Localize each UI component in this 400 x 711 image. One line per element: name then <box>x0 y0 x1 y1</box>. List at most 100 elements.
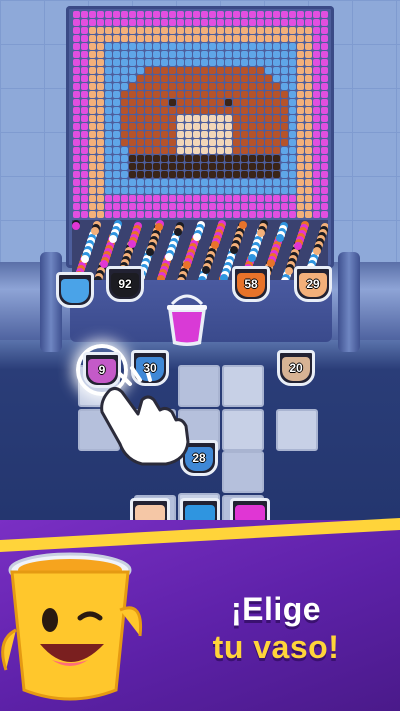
pixel <box>160 186 168 194</box>
bead <box>239 221 247 229</box>
board-tile[interactable] <box>222 409 264 451</box>
pixel <box>192 138 200 146</box>
pixel <box>304 74 312 82</box>
pixel <box>72 42 80 50</box>
cup-orange[interactable]: 58 <box>232 266 270 302</box>
pixel <box>264 122 272 130</box>
pixel <box>240 98 248 106</box>
bead <box>72 222 80 230</box>
pixel <box>80 146 88 154</box>
board-tile[interactable] <box>222 365 264 407</box>
board-tile[interactable] <box>276 409 318 451</box>
pixel <box>208 18 216 26</box>
pixel <box>216 106 224 114</box>
pixel <box>256 194 264 202</box>
pixel <box>208 34 216 42</box>
cup-beige-20[interactable]: 20 <box>277 350 315 386</box>
board-tile[interactable] <box>222 451 264 493</box>
pixel <box>208 58 216 66</box>
pixel <box>240 178 248 186</box>
pixel <box>240 26 248 34</box>
pixel <box>192 178 200 186</box>
pixel <box>232 194 240 202</box>
pixel <box>96 90 104 98</box>
pixel <box>160 122 168 130</box>
pixel <box>184 18 192 26</box>
pixel <box>96 178 104 186</box>
pixel <box>256 114 264 122</box>
pixel <box>144 194 152 202</box>
pixel <box>240 82 248 90</box>
pixel <box>144 114 152 122</box>
pixel <box>272 66 280 74</box>
pixel <box>224 50 232 58</box>
pixel <box>240 58 248 66</box>
pixel <box>296 210 304 218</box>
pixel <box>160 202 168 210</box>
pixel <box>264 106 272 114</box>
pixel <box>280 130 288 138</box>
pixel <box>160 130 168 138</box>
pixel <box>176 210 184 218</box>
pixel <box>144 98 152 106</box>
pixel <box>312 114 320 122</box>
pixel <box>152 194 160 202</box>
pixel <box>152 90 160 98</box>
pixel <box>208 26 216 34</box>
pixel <box>192 98 200 106</box>
pixel <box>272 74 280 82</box>
pixel <box>240 106 248 114</box>
pixel <box>112 58 120 66</box>
pixel <box>240 186 248 194</box>
pixel <box>312 178 320 186</box>
pixel <box>216 66 224 74</box>
pixel <box>200 114 208 122</box>
pixel <box>216 42 224 50</box>
pixel <box>80 10 88 18</box>
pixel <box>168 66 176 74</box>
pink-bucket-icon[interactable] <box>164 294 210 348</box>
pixel <box>232 18 240 26</box>
pixel <box>168 10 176 18</box>
pixel <box>104 178 112 186</box>
pixel <box>224 194 232 202</box>
pixel <box>160 50 168 58</box>
cup-left-edge[interactable] <box>56 272 94 308</box>
cup-black[interactable]: 92 <box>106 266 144 302</box>
pixel <box>232 154 240 162</box>
pixel <box>176 146 184 154</box>
pixel <box>280 42 288 50</box>
pixel <box>216 194 224 202</box>
pipe-joint-right <box>338 252 360 352</box>
pixel <box>152 170 160 178</box>
pixel <box>168 34 176 42</box>
pixel <box>232 50 240 58</box>
pixel <box>96 138 104 146</box>
pixel <box>320 154 328 162</box>
pixel <box>224 42 232 50</box>
pixel <box>192 66 200 74</box>
pixel <box>280 146 288 154</box>
pixel <box>224 106 232 114</box>
pixel <box>264 146 272 154</box>
pixel <box>104 98 112 106</box>
pixel <box>296 82 304 90</box>
pixel <box>136 122 144 130</box>
pixel <box>200 66 208 74</box>
pixel <box>160 146 168 154</box>
pixel <box>248 82 256 90</box>
pixel <box>248 42 256 50</box>
pixel <box>216 58 224 66</box>
bead <box>202 266 210 274</box>
pixel <box>96 194 104 202</box>
pixel <box>192 154 200 162</box>
pixel <box>96 82 104 90</box>
pixel <box>240 194 248 202</box>
pixel <box>232 82 240 90</box>
pixel <box>136 98 144 106</box>
pixel <box>112 178 120 186</box>
pixel <box>168 74 176 82</box>
cup-peach[interactable]: 29 <box>294 266 332 302</box>
pixel <box>168 18 176 26</box>
pixel <box>248 90 256 98</box>
